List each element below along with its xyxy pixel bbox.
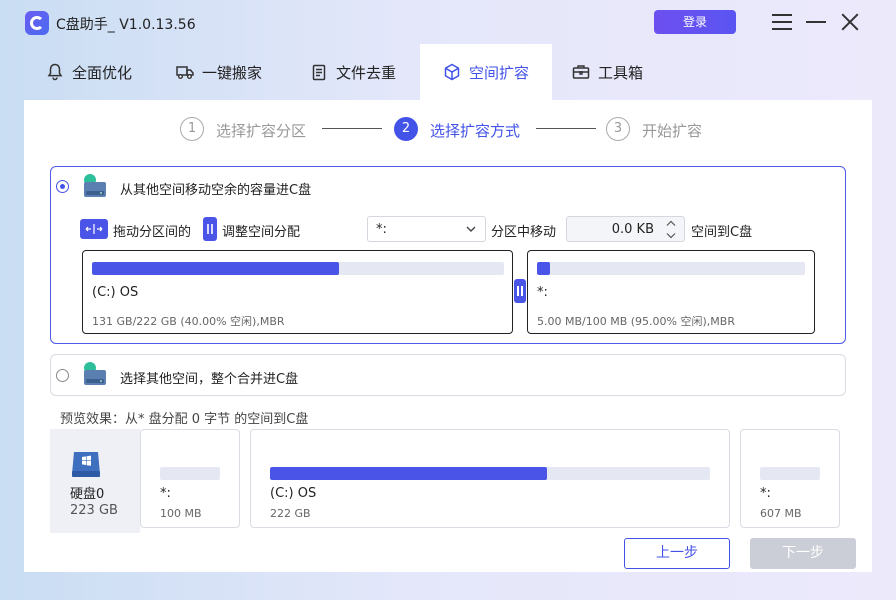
source-partition-select[interactable]: *: bbox=[367, 216, 486, 242]
disk-cell: 硬盘0 223 GB bbox=[50, 429, 140, 533]
step-connector bbox=[322, 128, 382, 129]
usage-bar bbox=[270, 467, 710, 480]
tab-toolbox[interactable]: 工具箱 bbox=[572, 44, 643, 100]
next-step-button[interactable]: 下一步 bbox=[750, 538, 856, 569]
partition-card-other[interactable]: *: 5.00 MB/100 MB (95.00% 空闲),MBR bbox=[527, 250, 815, 334]
partition-info: 131 GB/222 GB (40.00% 空闲),MBR bbox=[92, 315, 285, 328]
tab-one-click-move[interactable]: 一键搬家 bbox=[176, 44, 262, 100]
disk-drive-icon bbox=[80, 172, 108, 200]
option-merge-radio[interactable] bbox=[56, 369, 69, 382]
increment-icon[interactable] bbox=[660, 217, 682, 229]
close-icon[interactable] bbox=[838, 10, 862, 34]
preview-partition: *: 100 MB bbox=[140, 429, 240, 528]
amount-stepper[interactable]: 0.0 KB bbox=[566, 216, 685, 242]
document-icon bbox=[310, 63, 328, 81]
usage-bar-fill bbox=[270, 467, 548, 480]
partition-info: 5.00 MB/100 MB (95.00% 空闲),MBR bbox=[537, 315, 735, 328]
previous-step-button[interactable]: 上一步 bbox=[624, 538, 730, 569]
step-label: 开始扩容 bbox=[642, 122, 703, 140]
drag-hint: 拖动分区间的 bbox=[113, 225, 192, 240]
menu-icon[interactable] bbox=[770, 10, 794, 34]
usage-bar bbox=[92, 262, 504, 275]
chevron-down-icon bbox=[465, 223, 477, 235]
usage-bar bbox=[760, 467, 820, 480]
bell-icon bbox=[46, 63, 64, 81]
partition-size: 100 MB bbox=[160, 507, 202, 520]
tab-label: 工具箱 bbox=[598, 63, 644, 82]
cube-icon bbox=[443, 63, 461, 81]
amount-value: 0.0 KB bbox=[611, 222, 654, 237]
minimize-icon[interactable] bbox=[804, 10, 828, 34]
preview-label: 预览效果：从* 盘分配 0 字节 的空间到C盘 bbox=[60, 412, 309, 427]
partition-card-c[interactable]: (C:) OS 131 GB/222 GB (40.00% 空闲),MBR bbox=[82, 250, 513, 334]
main-tabs: 全面优化 一键搬家 文件去重 空间扩容 工具箱 bbox=[24, 44, 872, 100]
partition-size: 222 GB bbox=[270, 507, 311, 520]
tab-label: 空间扩容 bbox=[468, 63, 529, 82]
truck-icon bbox=[176, 63, 194, 81]
partition-name: *: bbox=[537, 285, 548, 300]
option-merge-label: 选择其他空间，整个合并进C盘 bbox=[120, 372, 299, 387]
partition-name: (C:) OS bbox=[270, 486, 317, 501]
step-number: 2 bbox=[394, 117, 418, 141]
tab-label: 文件去重 bbox=[336, 63, 397, 82]
app-logo-icon bbox=[25, 11, 49, 35]
usage-bar bbox=[537, 262, 805, 275]
usage-bar-fill bbox=[92, 262, 340, 275]
step-label: 选择扩容分区 bbox=[216, 122, 307, 140]
drag-arrows-icon bbox=[80, 219, 108, 239]
hard-disk-icon bbox=[70, 449, 102, 479]
option-move-label: 从其他空间移动空余的容量进C盘 bbox=[120, 183, 312, 198]
tab-label: 一键搬家 bbox=[202, 63, 263, 82]
content-panel: 1 选择扩容分区 2 选择扩容方式 3 开始扩容 从其他空间移动空余的容量进C盘… bbox=[24, 100, 872, 572]
option-move-radio[interactable] bbox=[56, 180, 69, 193]
partition-name: (C:) OS bbox=[92, 285, 139, 300]
title-bar: C盘助手_ V1.0.13.56 登录 bbox=[0, 0, 896, 44]
tab-full-optimize[interactable]: 全面优化 bbox=[46, 44, 132, 100]
step-number: 1 bbox=[180, 117, 204, 141]
adjust-hint: 调整空间分配 bbox=[222, 225, 301, 240]
disk-drive-icon bbox=[80, 360, 108, 388]
preview-partition: (C:) OS 222 GB bbox=[250, 429, 730, 528]
wizard-stepper: 1 选择扩容分区 2 选择扩容方式 3 开始扩容 bbox=[24, 116, 872, 142]
step-connector bbox=[536, 128, 596, 129]
preview-partition: *: 607 MB bbox=[740, 429, 840, 528]
to-c-text: 空间到C盘 bbox=[691, 225, 753, 240]
partition-name: *: bbox=[160, 486, 171, 501]
usage-bar-fill bbox=[537, 262, 551, 275]
step-label: 选择扩容方式 bbox=[430, 122, 521, 140]
source-partition-value: *: bbox=[376, 222, 387, 237]
tab-label: 全面优化 bbox=[72, 63, 133, 82]
adjust-controls: 拖动分区间的 调整空间分配 *: 分区中移动 0.0 KB 空间到C盘 bbox=[78, 216, 798, 242]
move-text: 分区中移动 bbox=[491, 225, 557, 240]
tab-file-dedup[interactable]: 文件去重 bbox=[310, 44, 396, 100]
toolbox-icon bbox=[572, 63, 590, 81]
tab-space-expand[interactable]: 空间扩容 bbox=[420, 44, 552, 100]
usage-bar bbox=[160, 467, 220, 480]
partition-splitter-handle[interactable] bbox=[514, 279, 526, 303]
splitter-handle-icon bbox=[203, 217, 217, 241]
preview-row: 硬盘0 223 GB *: 100 MB (C:) OS 222 GB *: 6… bbox=[50, 429, 846, 533]
partition-name: *: bbox=[760, 486, 771, 501]
step-number: 3 bbox=[606, 117, 630, 141]
disk-name: 硬盘0 bbox=[70, 487, 105, 502]
decrement-icon[interactable] bbox=[660, 229, 682, 241]
partition-size: 607 MB bbox=[760, 507, 802, 520]
app-title: C盘助手_ V1.0.13.56 bbox=[56, 17, 196, 33]
login-button[interactable]: 登录 bbox=[654, 10, 736, 34]
disk-size: 223 GB bbox=[70, 503, 118, 518]
